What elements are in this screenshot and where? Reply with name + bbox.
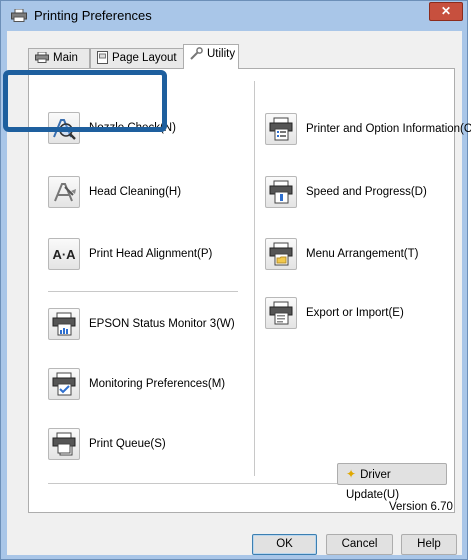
print-queue-label: Print Queue(S) <box>89 438 166 450</box>
speed-progress-button[interactable]: Speed and Progress(D) <box>265 176 427 208</box>
driver-update-button[interactable]: ✦ Driver Update(U) <box>337 463 447 501</box>
printer-icon <box>11 9 27 22</box>
cancel-button[interactable]: Cancel <box>326 534 393 555</box>
tab-page-layout-label: Page Layout <box>112 52 177 64</box>
window-title: Printing Preferences <box>34 8 152 23</box>
print-queue-icon <box>48 428 80 460</box>
export-import-button[interactable]: Export or Import(E) <box>265 297 404 329</box>
title-bar[interactable]: Printing Preferences ✕ <box>1 1 467 31</box>
menu-arrangement-icon <box>265 238 297 270</box>
tab-main[interactable]: Main <box>28 48 90 68</box>
version-text: Version 6.70 <box>389 501 453 513</box>
column-divider <box>254 81 255 476</box>
print-head-alignment-label: Print Head Alignment(P) <box>89 248 213 260</box>
head-cleaning-icon <box>48 176 80 208</box>
export-import-label: Export or Import(E) <box>306 307 404 319</box>
print-head-alignment-button[interactable]: A·A Print Head Alignment(P) <box>48 238 212 270</box>
monitoring-preferences-button[interactable]: Monitoring Preferences(M) <box>48 368 225 400</box>
printer-icon <box>35 52 49 64</box>
dialog-client-area: Main Page Layout Utility Nozzle Check(N)… <box>7 31 471 555</box>
help-button[interactable]: Help <box>401 534 457 555</box>
speed-progress-label: Speed and Progress(D) <box>306 186 427 198</box>
head-alignment-icon: A·A <box>48 238 80 270</box>
nozzle-check-icon <box>48 112 80 144</box>
nozzle-check-button[interactable]: Nozzle Check(N) <box>48 112 176 144</box>
epson-status-monitor-button[interactable]: EPSON Status Monitor 3(W) <box>48 308 235 340</box>
help-label: Help <box>417 538 441 550</box>
head-cleaning-button[interactable]: Head Cleaning(H) <box>48 176 181 208</box>
head-alignment-glyph: A·A <box>52 246 76 262</box>
printing-preferences-window: Printing Preferences ✕ Main Page Layout … <box>0 0 471 560</box>
printer-option-information-button[interactable]: Printer and Option Information(O) <box>265 113 471 145</box>
left-column-divider <box>48 291 238 292</box>
export-import-icon <box>265 297 297 329</box>
cancel-label: Cancel <box>341 538 378 550</box>
tab-page-layout[interactable]: Page Layout <box>90 48 184 68</box>
utility-panel: Nozzle Check(N) Head Cleaning(H) A·A Pri… <box>28 68 471 513</box>
head-cleaning-label: Head Cleaning(H) <box>89 186 182 198</box>
printer-option-information-label: Printer and Option Information(O) <box>306 123 471 135</box>
menu-arrangement-button[interactable]: Menu Arrangement(T) <box>265 238 419 270</box>
monitoring-preferences-icon <box>48 368 80 400</box>
nozzle-check-label: Nozzle Check(N) <box>89 122 176 134</box>
ok-button[interactable]: OK <box>252 534 317 555</box>
speed-progress-icon <box>265 176 297 208</box>
printer-info-icon <box>265 113 297 145</box>
print-queue-button[interactable]: Print Queue(S) <box>48 428 166 460</box>
page-icon <box>97 51 108 65</box>
close-button[interactable]: ✕ <box>429 2 463 21</box>
status-monitor-icon <box>48 308 80 340</box>
epson-status-monitor-label: EPSON Status Monitor 3(W) <box>89 318 235 330</box>
tab-main-label: Main <box>53 52 78 64</box>
tab-utility-label: Utility <box>207 48 236 60</box>
tab-utility[interactable]: Utility <box>183 44 239 69</box>
menu-arrangement-label: Menu Arrangement(T) <box>306 248 419 260</box>
star-update-icon: ✦ <box>346 467 357 481</box>
wrench-icon <box>190 47 203 61</box>
ok-label: OK <box>276 538 293 550</box>
close-icon: ✕ <box>440 4 452 18</box>
monitoring-preferences-label: Monitoring Preferences(M) <box>89 378 226 390</box>
